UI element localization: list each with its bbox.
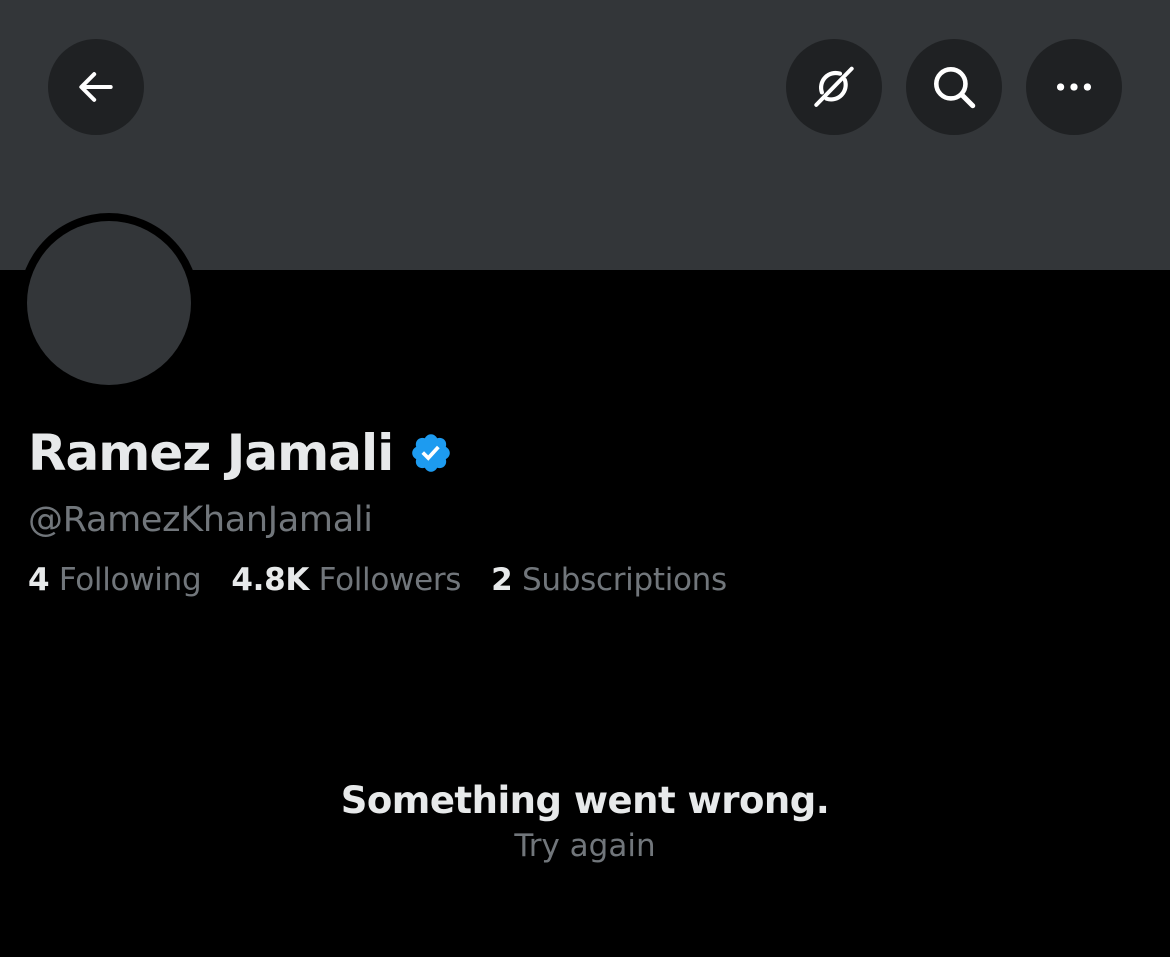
back-button[interactable] <box>48 39 144 135</box>
arrow-left-icon <box>79 72 113 102</box>
profile-stats: 4 Following 4.8K Followers 2 Subscriptio… <box>28 562 757 598</box>
subscriptions-stat[interactable]: 2 Subscriptions <box>491 562 727 598</box>
search-button[interactable] <box>906 39 1002 135</box>
more-horizontal-icon <box>1056 83 1092 91</box>
try-again-button[interactable]: Try again <box>514 826 655 866</box>
profile-banner <box>0 0 1170 270</box>
search-icon <box>934 67 976 109</box>
subscriptions-label: Subscriptions <box>522 562 727 598</box>
verified-badge-icon[interactable] <box>409 431 453 475</box>
following-count: 4 <box>28 562 50 598</box>
followers-stat[interactable]: 4.8K Followers <box>231 562 461 598</box>
grok-button[interactable] <box>786 39 882 135</box>
profile-display-name: Ramez Jamali <box>28 424 394 482</box>
followers-label: Followers <box>318 562 462 598</box>
subscriptions-count: 2 <box>491 562 513 598</box>
profile-handle: @RamezKhanJamali <box>28 500 373 540</box>
avatar[interactable] <box>27 221 191 385</box>
following-label: Following <box>58 562 202 598</box>
followers-count: 4.8K <box>231 562 310 598</box>
grok-icon <box>814 66 854 107</box>
error-message: Something went wrong. <box>340 779 830 822</box>
error-state: Something went wrong. Try again <box>0 776 1170 866</box>
following-stat[interactable]: 4 Following <box>28 562 202 598</box>
profile-name-row: Ramez Jamali <box>28 418 453 488</box>
more-button[interactable] <box>1026 39 1122 135</box>
